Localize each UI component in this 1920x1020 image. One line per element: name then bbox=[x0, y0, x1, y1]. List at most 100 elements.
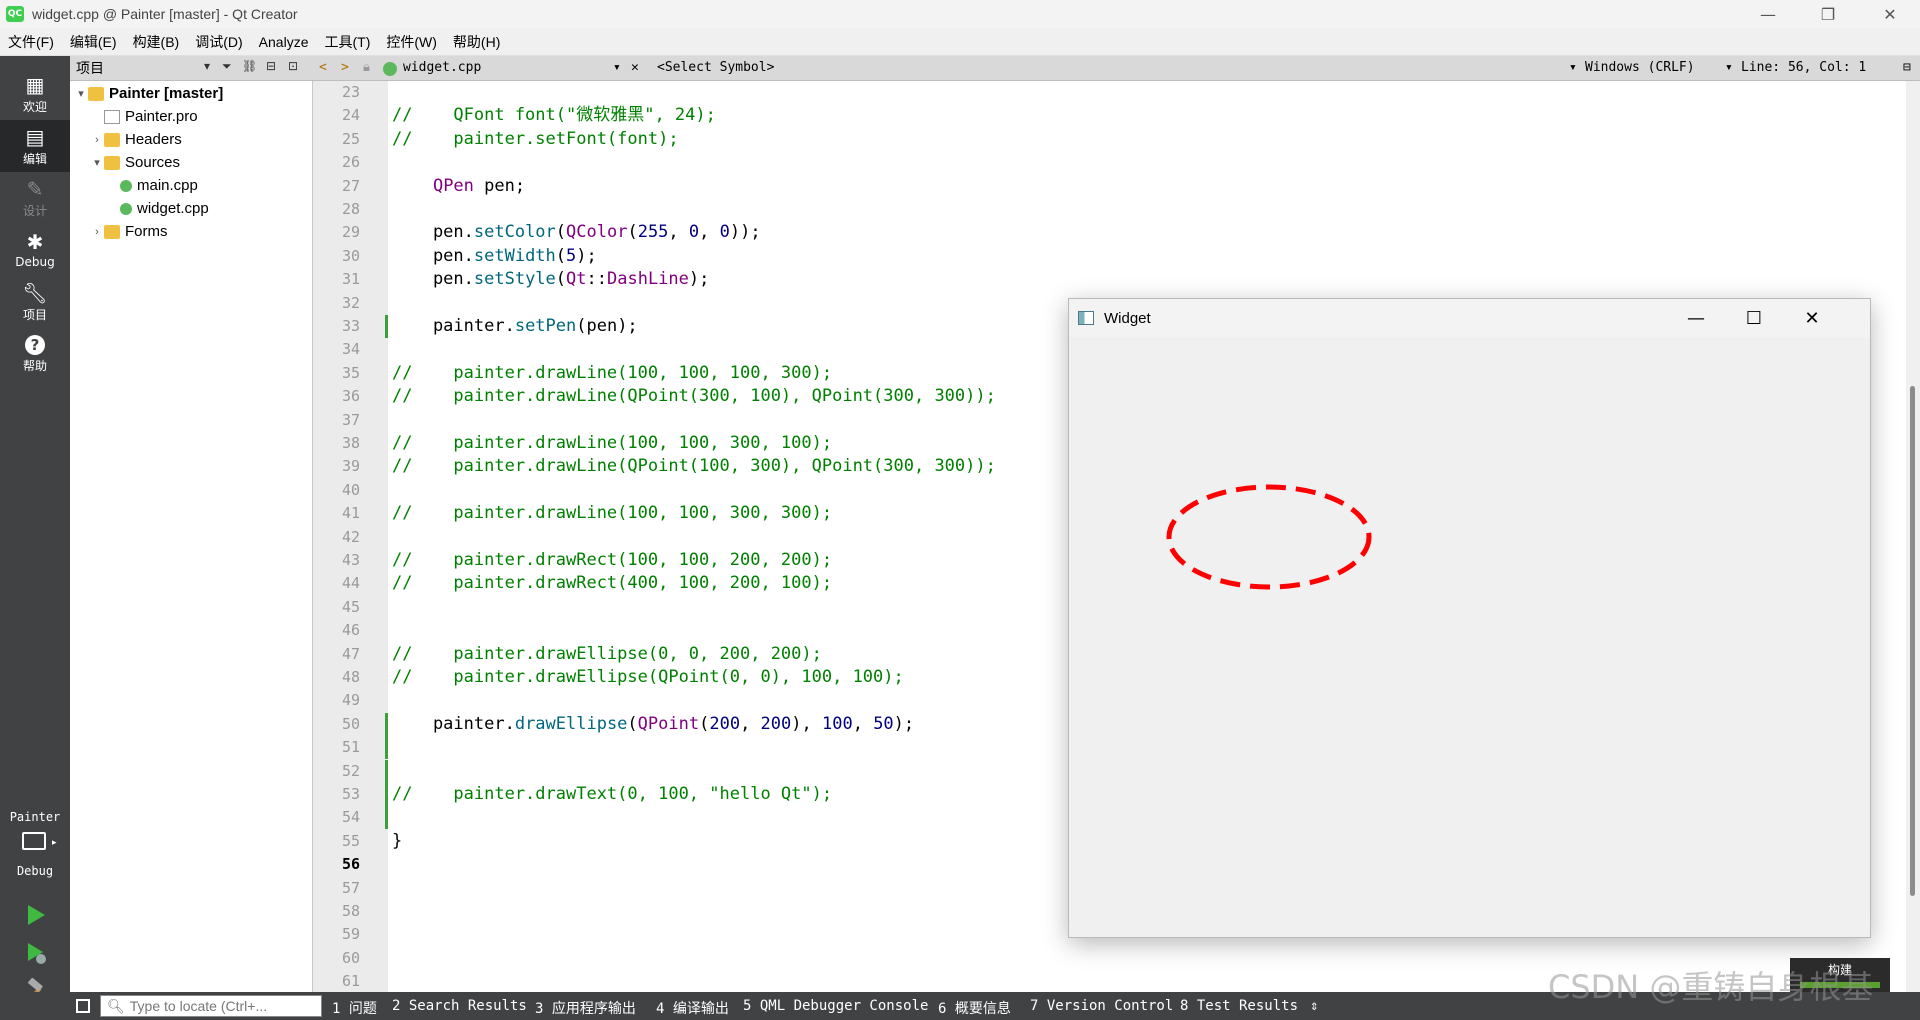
forward-arrow-icon[interactable]: > bbox=[341, 60, 349, 75]
code-line[interactable]: // painter.drawLine(100, 100, 100, 300); bbox=[392, 362, 832, 385]
output-pane-button-2[interactable]: 2 Search Results bbox=[392, 998, 527, 1014]
code-line[interactable]: // painter.drawLine(100, 100, 300, 300); bbox=[392, 502, 832, 525]
menu-item-0[interactable]: 文件(F) bbox=[0, 32, 62, 52]
code-line[interactable]: // painter.drawLine(QPoint(300, 100), QP… bbox=[392, 385, 996, 408]
menu-bar: 文件(F) 编辑(E) 构建(B) 调试(D) Analyze 工具(T) 控件(W) 帮助(… bbox=[0, 28, 1920, 56]
line-number: 42 bbox=[341, 527, 360, 546]
code-line[interactable]: // painter.drawEllipse(QPoint(0, 0), 100… bbox=[392, 666, 904, 689]
line-number: 29 bbox=[341, 223, 360, 242]
output-pane-button-6[interactable]: 6 概要信息 bbox=[938, 998, 1011, 1018]
tree-item-cpp[interactable]: main.cpp bbox=[106, 174, 198, 197]
tree-item-folder[interactable]: ▾ Sources bbox=[90, 151, 180, 174]
locator-placeholder: Type to locate (Ctrl+... bbox=[129, 998, 268, 1014]
symbol-selector[interactable]: <Select Symbol> bbox=[657, 60, 774, 75]
code-line[interactable]: painter.drawEllipse(QPoint(200, 200), 10… bbox=[392, 713, 914, 736]
mode-bug[interactable]: ✱ Debug bbox=[0, 224, 70, 276]
tree-item-folder[interactable]: › Headers bbox=[90, 128, 182, 151]
locator-input[interactable]: 🔍︎ Type to locate (Ctrl+... bbox=[100, 995, 322, 1017]
restore-button[interactable]: ❐ bbox=[1800, 0, 1856, 28]
code-line[interactable]: // painter.drawLine(QPoint(100, 300), QP… bbox=[392, 455, 996, 478]
code-line[interactable]: // painter.drawRect(400, 100, 200, 100); bbox=[392, 572, 832, 595]
code-line[interactable]: painter.setPen(pen); bbox=[392, 315, 638, 338]
back-arrow-icon[interactable]: < bbox=[319, 60, 327, 75]
view-dropdown-arrow-icon[interactable]: ▾ bbox=[204, 59, 210, 73]
project-panel-title[interactable]: 项目 bbox=[76, 58, 104, 78]
tree-item-folder[interactable]: › Forms bbox=[90, 220, 167, 243]
menu-item-5[interactable]: 工具(T) bbox=[316, 32, 378, 52]
tree-item-project[interactable]: ▾ Painter [master] bbox=[74, 82, 223, 105]
line-ending-arrow-icon[interactable]: ▾ bbox=[1725, 60, 1733, 75]
tree-item-cpp[interactable]: widget.cpp bbox=[106, 197, 209, 220]
menu-item-4[interactable]: Analyze bbox=[251, 34, 317, 50]
split-editor-icon[interactable]: ⊟ bbox=[1903, 60, 1911, 75]
debug-run-button[interactable] bbox=[22, 940, 48, 966]
output-pane-button-5[interactable]: 5 QML Debugger Console bbox=[743, 998, 928, 1014]
menu-item-6[interactable]: 控件(W) bbox=[378, 32, 445, 52]
collapsed-arrow-icon[interactable]: › bbox=[90, 226, 104, 238]
code-line[interactable]: // painter.drawRect(100, 100, 200, 200); bbox=[392, 549, 832, 572]
run-button[interactable] bbox=[22, 902, 48, 928]
output-pane-button-1[interactable]: 1 问题 bbox=[332, 998, 377, 1018]
close-pane-icon[interactable]: ⊡ bbox=[288, 59, 298, 73]
line-number: 46 bbox=[341, 621, 360, 640]
mode-pencil[interactable]: ✎ 设计 bbox=[0, 172, 70, 224]
close-button[interactable]: ✕ bbox=[1862, 0, 1918, 28]
mode-help[interactable]: ? 帮助 bbox=[0, 328, 70, 380]
code-line[interactable]: // painter.drawEllipse(0, 0, 200, 200); bbox=[392, 643, 822, 666]
expanded-arrow-icon[interactable]: ▾ bbox=[90, 156, 104, 169]
line-ending-dropdown-arrow-icon[interactable]: ▾ bbox=[1569, 60, 1577, 75]
line-number: 34 bbox=[341, 340, 360, 359]
mode-wrench[interactable]: 🔧︎ 项目 bbox=[0, 276, 70, 328]
kit-selector-monitor-icon[interactable] bbox=[22, 832, 46, 850]
code-line[interactable]: } bbox=[392, 830, 402, 853]
change-marker bbox=[385, 315, 388, 338]
code-line[interactable]: pen.setWidth(5); bbox=[392, 245, 597, 268]
line-ending-selector[interactable]: Windows (CRLF) bbox=[1585, 60, 1695, 75]
kit-selector-arrow-icon[interactable]: ▸ bbox=[52, 838, 57, 848]
widget-maximize-button[interactable]: ☐ bbox=[1725, 299, 1783, 337]
kit-project-label: Painter bbox=[9, 810, 61, 824]
output-pane-button-8[interactable]: 8 Test Results bbox=[1180, 998, 1298, 1014]
cpp-file-icon bbox=[120, 179, 132, 192]
cursor-position[interactable]: Line: 56, Col: 1 bbox=[1741, 60, 1866, 75]
output-pane-button-3[interactable]: 3 应用程序输出 bbox=[535, 998, 636, 1018]
tree-item-pro[interactable]: Painter.pro bbox=[90, 105, 198, 128]
widget-close-button[interactable]: ✕ bbox=[1783, 299, 1841, 337]
watermark-text: CSDN @重铸自身根基 bbox=[1548, 968, 1874, 1006]
menu-item-3[interactable]: 调试(D) bbox=[187, 32, 250, 52]
code-line[interactable]: // painter.setFont(font); bbox=[392, 128, 679, 151]
close-document-icon[interactable]: ✕ bbox=[631, 60, 639, 75]
code-line[interactable]: // painter.drawLine(100, 100, 300, 100); bbox=[392, 432, 832, 455]
change-marker bbox=[385, 806, 388, 830]
link-icon[interactable]: ⛓ bbox=[242, 59, 257, 73]
widget-title-bar[interactable]: Widget — ☐ ✕ bbox=[1069, 299, 1870, 337]
minimize-button[interactable]: — bbox=[1740, 0, 1796, 28]
code-line[interactable]: pen.setStyle(Qt::DashLine); bbox=[392, 268, 709, 291]
open-file-name[interactable]: widget.cpp bbox=[403, 60, 481, 75]
file-dropdown-arrow-icon[interactable]: ▾ bbox=[613, 60, 621, 75]
mode-grid[interactable]: ▦ 欢迎 bbox=[0, 68, 70, 120]
output-pane-button-7[interactable]: 7 Version Control bbox=[1030, 998, 1173, 1014]
code-line[interactable]: // painter.drawText(0, 100, "hello Qt"); bbox=[392, 783, 832, 806]
filter-icon[interactable]: ⏷ bbox=[222, 59, 232, 74]
more-panes-icon[interactable]: ⇕ bbox=[1310, 998, 1318, 1014]
line-number: 43 bbox=[341, 551, 360, 569]
lock-icon: 🔒︎ bbox=[363, 60, 370, 75]
output-pane-button-4[interactable]: 4 编译输出 bbox=[656, 998, 729, 1018]
menu-item-1[interactable]: 编辑(E) bbox=[62, 32, 125, 52]
editor-toolbar: < > 🔒︎ widget.cpp ▾ ✕ <Select Symbol> ▾ … bbox=[313, 56, 1920, 81]
widget-app-window[interactable]: Widget — ☐ ✕ bbox=[1068, 298, 1871, 938]
menu-item-2[interactable]: 构建(B) bbox=[125, 32, 188, 52]
expanded-arrow-icon[interactable]: ▾ bbox=[74, 87, 88, 100]
code-line[interactable]: pen.setColor(QColor(255, 0, 0)); bbox=[392, 221, 761, 244]
scrollbar-thumb[interactable] bbox=[1910, 386, 1915, 896]
collapsed-arrow-icon[interactable]: › bbox=[90, 134, 104, 146]
editor-scrollbar[interactable] bbox=[1906, 81, 1920, 992]
menu-item-7[interactable]: 帮助(H) bbox=[445, 32, 508, 52]
widget-minimize-button[interactable]: — bbox=[1667, 299, 1725, 337]
split-icon[interactable]: ⊟ bbox=[266, 59, 276, 73]
mode-edit-doc[interactable]: ▤ 编辑 bbox=[0, 120, 70, 172]
toggle-sidebar-icon[interactable] bbox=[76, 999, 90, 1013]
code-line[interactable]: // QFont font("微软雅黑", 24); bbox=[392, 104, 716, 127]
code-line[interactable]: QPen pen; bbox=[392, 175, 525, 198]
